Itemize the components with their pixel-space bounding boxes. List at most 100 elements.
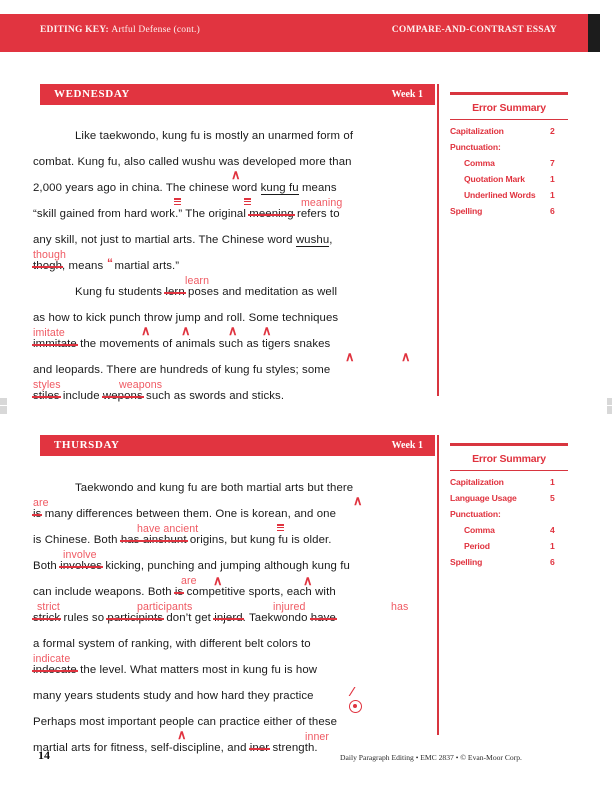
error-count: 1 [550,174,555,184]
line-text: but there [307,482,354,494]
insert-comma-caret-icon: ∧ [345,349,355,364]
error-label: Punctuation: [450,142,501,152]
struck-word: wepons [102,390,143,402]
correction-word: meaning [301,197,343,209]
passage-line: and leopards. There are hundreds of kung… [33,364,433,390]
line-text: rules so [63,612,105,624]
line-text: a formal system of ranking, with differe… [33,638,311,650]
day-label-thursday: THURSDAY [54,439,120,451]
struck-word: thogh [33,260,63,272]
correction-word: styles [33,379,61,391]
correction-word: have ancient [137,523,199,535]
struck-word: strick [33,612,61,624]
line-text: “skill gained from hard work.” The origi… [33,208,247,220]
passage-line: strick rules so participints don’t get i… [33,601,433,638]
error-label: Spelling [450,206,483,216]
correction-word: are [33,497,49,509]
error-summary-title: Error Summary [472,453,546,465]
line-text: strength. [272,742,318,754]
line-text: Taekwondo and kung fu are both martial a… [75,482,305,494]
line-text: origins, but kung fu is older. [189,534,332,546]
passage-line: 2,000 years ago in china. The chinese wo… [33,182,433,208]
line-text: Kung fu students [75,286,163,298]
line-text: and leopards. There are hundreds of kung… [33,364,331,376]
page-edge-marker [588,14,600,52]
line-text: , [329,234,333,246]
line-text: the level. What matters most in kung fu … [80,664,318,676]
line-text: martial arts.” [114,260,180,272]
line-text: . Taekwondo [242,612,308,624]
insert-comma-caret-icon: ∧ [262,323,272,338]
insert-comma-caret-icon: ∧ [401,349,411,364]
struck-word: have [310,612,336,624]
error-summary-top-rule [450,443,568,446]
error-row-period: Period 1 [450,541,568,555]
passage-line: Like taekwondo, kung fu is mostly an una… [33,130,433,156]
struck-word: is [174,586,184,598]
error-count: 4 [550,525,555,535]
correction-word: has [391,601,409,613]
line-text: martial arts for fitness, self-disciplin… [33,742,247,754]
error-count: 5 [550,493,555,503]
insert-comma-caret-icon: ∧ [228,323,238,338]
line-text: combat. Kung fu, also called wushu [33,156,216,168]
correction-word: strict [37,601,60,613]
correction-word: are [181,575,197,587]
passage-line: a formal system of ranking, with differe… [33,638,433,664]
line-text: the movements of animals such as tigers … [80,338,331,350]
struck-word: iner [249,742,270,754]
error-row-comma: Comma 4 [450,525,568,539]
struck-word: immitate [33,338,77,350]
error-row-spelling: Spelling 6 [450,557,568,571]
error-label: Capitalization [450,126,504,136]
correction-word: involve [63,549,97,561]
line-text: is Chinese. Both [33,534,118,546]
line-text: competitive sports, each with [186,586,336,598]
error-label: Underlined Words [464,190,536,200]
divider-rule-wednesday [437,84,439,396]
day-bar-wednesday: WEDNESDAY Week 1 [40,84,435,105]
line-text: such as swords and sticks. [146,390,285,402]
correction-word: weapons [119,379,163,391]
struck-word: participints [107,612,164,624]
editing-key-header: EDITING KEY: Artful Defense (cont.) [40,25,200,35]
line-text: Like taekwondo, kung fu is mostly an una… [75,130,354,142]
line-text: include [62,390,100,402]
line-text: kicking, punching and jumping although k… [105,560,350,572]
page-number: 14 [38,748,50,762]
day-bar-thursday: THURSDAY Week 1 [40,435,435,456]
error-label: Language Usage [450,493,517,503]
error-count: 6 [550,557,555,567]
day-label-wednesday: WEDNESDAY [54,88,130,100]
error-summary-top-rule [450,92,568,95]
error-row-language-usage: Language Usage 5 [450,493,568,507]
line-text: 2,000 years ago in china. The chinese wo… [33,182,258,194]
passage-line: “skill gained from hard work.” The origi… [33,197,433,234]
error-label: Spelling [450,557,483,567]
error-summary-underline [450,470,568,471]
struck-word: involves [60,560,103,572]
editing-key-label: EDITING KEY: [40,25,109,35]
line-text: refers to [296,208,340,220]
passage-line: many years students study and how hard t… [33,684,433,716]
error-row-capitalization: Capitalization 2 [450,126,568,140]
struck-word: is [33,508,42,520]
line-text: can include weapons. Both [33,586,172,598]
week-label-wednesday: Week 1 [391,88,423,100]
correction-word: learn [185,275,210,287]
error-count: 1 [550,190,555,200]
section-separator [0,405,612,406]
editing-key-title: Artful Defense (cont.) [111,25,200,35]
binding-mark-left [0,398,7,414]
correction-word: indicate [33,653,71,665]
insert-comma-caret-icon: ∧ [177,727,187,742]
passage-line: thogh, means martial arts.” though “ [33,249,433,286]
error-row-punctuation: Punctuation: [450,142,568,156]
line-text: any skill, not just to martial arts. The… [33,234,293,246]
passage-line: immitate the movements of animals such a… [33,327,433,364]
error-count: 6 [550,206,555,216]
error-row-underlined-words: Underlined Words 1 [450,190,568,204]
passage-line: as how to kick punch throw jump and roll… [33,312,433,338]
struck-word: injerd [214,612,243,624]
passage-line: stiles include wepons such as swords and… [33,379,433,416]
